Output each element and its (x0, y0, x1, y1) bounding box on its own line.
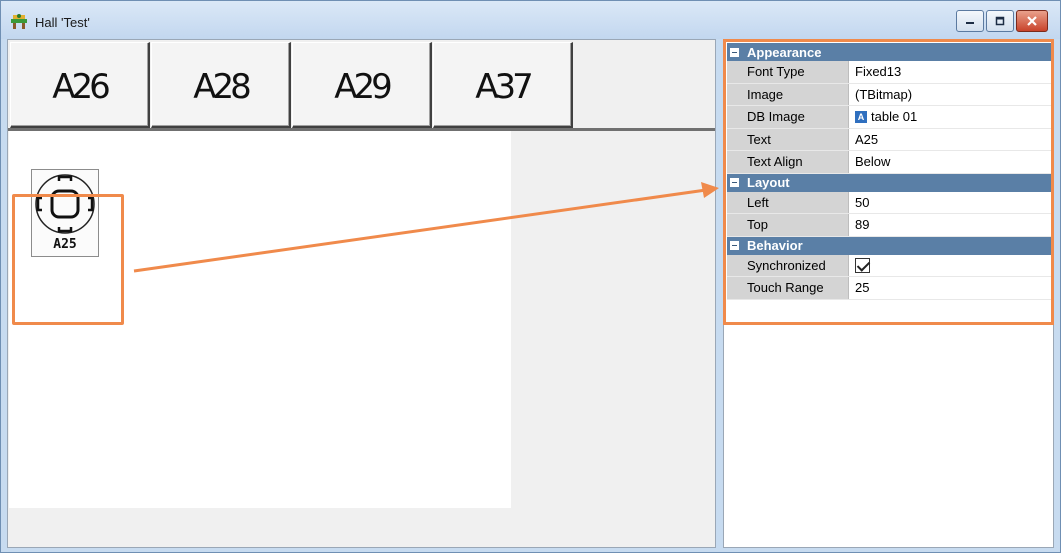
table-button[interactable]: A29 (292, 42, 432, 128)
collapse-icon[interactable] (730, 178, 739, 187)
property-name: Synchronized (727, 254, 849, 276)
category-behavior[interactable]: Behavior (727, 236, 1051, 255)
category-label: Appearance (747, 44, 822, 60)
minimize-button[interactable] (956, 10, 984, 32)
app-icon (11, 14, 27, 29)
property-row-top[interactable]: Top 89 (727, 214, 1051, 237)
property-value[interactable]: Below (849, 151, 1051, 173)
category-label: Layout (747, 175, 790, 190)
minimize-icon (966, 22, 974, 24)
property-row-left[interactable]: Left 50 (727, 191, 1051, 214)
property-inspector: Appearance Font Type Fixed13 Image (TBit… (723, 39, 1054, 548)
close-button[interactable] (1016, 10, 1048, 32)
property-row-image[interactable]: Image (TBitmap) (727, 83, 1051, 106)
property-value[interactable]: A25 (849, 128, 1051, 150)
selected-table[interactable]: A25 (31, 169, 99, 257)
property-name: Top (727, 214, 849, 236)
property-grid: Appearance Font Type Fixed13 Image (TBit… (727, 43, 1051, 300)
table-button-label: A37 (475, 67, 534, 107)
property-row-db-image[interactable]: DB Image A table 01 (727, 106, 1051, 129)
window-controls (954, 10, 1048, 32)
table-button[interactable]: A37 (433, 42, 573, 128)
category-label: Behavior (747, 238, 803, 253)
property-value: table 01 (871, 109, 918, 125)
property-value[interactable]: (TBitmap) (849, 83, 1051, 105)
property-value-container[interactable]: A table 01 (849, 106, 1051, 128)
property-name: Font Type (727, 61, 849, 83)
property-name: Touch Range (727, 277, 849, 299)
property-row-synchronized[interactable]: Synchronized (727, 254, 1051, 277)
table-button-label: A26 (52, 67, 111, 107)
property-name: Text Align (727, 151, 849, 173)
close-icon (1027, 16, 1037, 26)
table-button-label: A29 (334, 67, 393, 107)
property-name: Text (727, 128, 849, 150)
table-button[interactable]: A26 (10, 42, 150, 128)
round-table-icon (35, 174, 95, 234)
property-name: Image (727, 83, 849, 105)
table-button[interactable]: A28 (151, 42, 291, 128)
window-title: Hall 'Test' (35, 15, 90, 30)
maximize-icon (995, 16, 1005, 26)
property-row-text-align[interactable]: Text Align Below (727, 151, 1051, 174)
property-row-font-type[interactable]: Font Type Fixed13 (727, 61, 1051, 84)
category-layout[interactable]: Layout (727, 173, 1051, 192)
property-value[interactable]: 89 (849, 214, 1051, 236)
property-value[interactable]: 25 (849, 277, 1051, 299)
property-row-touch-range[interactable]: Touch Range 25 (727, 277, 1051, 300)
synchronized-checkbox[interactable] (855, 257, 870, 273)
db-image-icon: A (855, 110, 867, 123)
title-bar[interactable]: Hall 'Test' (1, 1, 1060, 39)
hall-view: A26 A28 A29 A37 (7, 39, 716, 548)
property-value[interactable]: 50 (849, 191, 1051, 213)
collapse-icon[interactable] (730, 47, 739, 57)
collapse-icon[interactable] (730, 241, 739, 250)
property-value[interactable]: Fixed13 (849, 61, 1051, 83)
property-name: DB Image (727, 106, 849, 128)
property-value-container (849, 254, 1051, 276)
table-button-label: A28 (193, 67, 252, 107)
app-window: Hall 'Test' A26 A28 A29 A37 A25 Appearan… (0, 0, 1061, 553)
maximize-button[interactable] (986, 10, 1014, 32)
category-appearance[interactable]: Appearance (727, 43, 1051, 61)
table-caption: A25 (53, 237, 77, 252)
property-row-text[interactable]: Text A25 (727, 128, 1051, 151)
property-name: Left (727, 191, 849, 213)
